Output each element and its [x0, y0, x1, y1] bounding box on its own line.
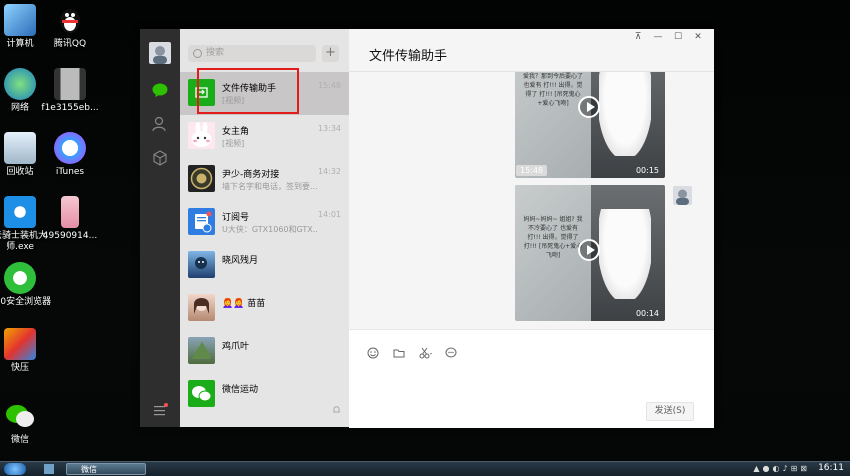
video-duration: 00:15 — [635, 166, 659, 175]
subscription-icon — [188, 208, 215, 235]
landscape-avatar — [188, 251, 215, 278]
emoji-icon[interactable] — [367, 344, 379, 358]
chat-history-icon[interactable] — [445, 344, 457, 357]
video-duration: 00:14 — [635, 309, 659, 318]
chat-item-jizhaoye[interactable]: 鸡爪叶 — [180, 330, 349, 373]
message-composer[interactable]: 发送(S) — [349, 329, 714, 428]
play-icon[interactable] — [578, 239, 600, 261]
conversation-title: 文件传输助手 — [369, 49, 448, 64]
dog-image — [599, 209, 651, 299]
conversation-panel: ⊼ — ☐ ✕ 文件传输助手 爱我？那到今后要心了 也爱有 打!!! 出得，觉得了 打… — [349, 29, 714, 428]
recycle-bin-icon — [4, 132, 36, 164]
kuaiya-icon — [4, 328, 36, 360]
close-button[interactable]: ✕ — [688, 32, 708, 42]
desktop-icon-file[interactable]: f1e3155eb... — [38, 68, 102, 114]
system-tray[interactable]: ▲●◐♪⊞⊠ — [753, 464, 810, 473]
yunqishi-icon — [4, 196, 36, 228]
highlight-annotation — [197, 68, 299, 114]
message-timestamp: 15:48 — [516, 165, 548, 176]
taskbar: 微信 ▲●◐♪⊞⊠ 16:11 — [0, 461, 850, 476]
window-controls: ⊼ — ☐ ✕ — [628, 32, 708, 42]
folder-icon[interactable] — [393, 344, 405, 357]
video-file-icon — [54, 68, 86, 100]
desktop-icon-image[interactable]: 49590914... — [38, 196, 102, 242]
badge-avatar — [188, 165, 215, 192]
search-icon — [193, 49, 202, 58]
browser-360-icon — [4, 262, 36, 294]
taskbar-wechat-app[interactable]: 微信 — [66, 463, 146, 475]
chat-item-nvzhujiao[interactable]: 女主角 [视频] 13:34 — [180, 115, 349, 158]
pin-button[interactable]: ⊼ — [628, 32, 648, 42]
wechat-nav-bar — [140, 29, 180, 427]
wechat-sport-icon — [188, 380, 215, 407]
taskbar-quicklaunch-icon[interactable] — [44, 464, 54, 474]
itunes-icon — [54, 132, 86, 164]
mute-bell-icon — [332, 399, 341, 418]
dog-image — [599, 72, 651, 156]
chat-item-miaomiao[interactable]: 👩‍🦰👩‍🦰 苗苗 — [180, 287, 349, 330]
image-file-icon — [61, 196, 79, 228]
bunny-avatar — [188, 122, 215, 149]
maximize-button[interactable]: ☐ — [668, 32, 688, 42]
chat-item-yinshao[interactable]: 尹少-商务对接 墙下名字和电话，签到要... 14:32 — [180, 158, 349, 201]
chat-item-xiaofeng[interactable]: 晓风残月 — [180, 244, 349, 287]
minimize-button[interactable]: — — [648, 32, 668, 42]
computer-icon — [4, 4, 36, 36]
video-message[interactable]: 妈妈~妈妈~ 姐姐? 我不冷要心了 也爱有 打!!! 出得，觉得了 打!!! [… — [515, 185, 665, 321]
girl-avatar — [188, 294, 215, 321]
user-avatar[interactable] — [149, 42, 171, 64]
video-message[interactable]: 爱我？那到今后要心了 也爱有 打!!! 出得，觉得了 打!!! [吊死鬼心+爱心… — [515, 72, 665, 178]
chat-item-wechat-sport[interactable]: 微信运动 — [180, 373, 349, 416]
send-button[interactable]: 发送(S) — [646, 402, 694, 421]
scissors-icon[interactable] — [419, 344, 433, 358]
qq-penguin-icon — [54, 4, 86, 36]
play-icon[interactable] — [578, 96, 600, 118]
video-caption: 妈妈~妈妈~ 姐姐? 我不冷要心了 也爱有 打!!! 出得，觉得了 打!!! [… — [523, 216, 583, 259]
chat-item-subscriptions[interactable]: 订阅号 U大侠：GTX1060和GTX... 14:01 — [180, 201, 349, 244]
desktop-icon-itunes[interactable]: iTunes — [38, 132, 102, 178]
video-caption: 爱我？那到今后要心了 也爱有 打!!! 出得，觉得了 打!!! [吊死鬼心+爱心… — [522, 73, 583, 107]
search-input[interactable]: 搜索 — [188, 45, 316, 62]
chat-list: 文件传输助手 [视频] 15:48 女主角 [视频] 13:34 尹少-商务对接… — [180, 72, 349, 416]
desktop-icon-kuaiya[interactable]: 快压 — [0, 328, 52, 374]
plant-avatar — [188, 337, 215, 364]
contacts-icon[interactable] — [151, 115, 169, 133]
desktop-icon-wechat[interactable]: 微信 — [0, 400, 52, 446]
self-avatar[interactable] — [673, 186, 692, 205]
message-area: 爱我？那到今后要心了 也爱有 打!!! 出得，觉得了 打!!! [吊死鬼心+爱心… — [349, 72, 714, 329]
favorites-cube-icon[interactable] — [151, 149, 169, 167]
start-chat-button[interactable]: + — [322, 45, 339, 62]
wechat-icon — [4, 400, 36, 432]
taskbar-clock[interactable]: 16:11 — [818, 463, 844, 473]
composer-toolbar — [367, 339, 466, 358]
desktop-icon-qq[interactable]: 腾讯QQ — [38, 4, 102, 50]
desktop-icon-360[interactable]: 360安全浏览器 — [0, 262, 52, 308]
menu-icon[interactable] — [151, 401, 169, 419]
network-globe-icon — [4, 68, 36, 100]
chat-bubble-icon[interactable] — [151, 81, 169, 99]
start-button[interactable] — [4, 463, 26, 475]
